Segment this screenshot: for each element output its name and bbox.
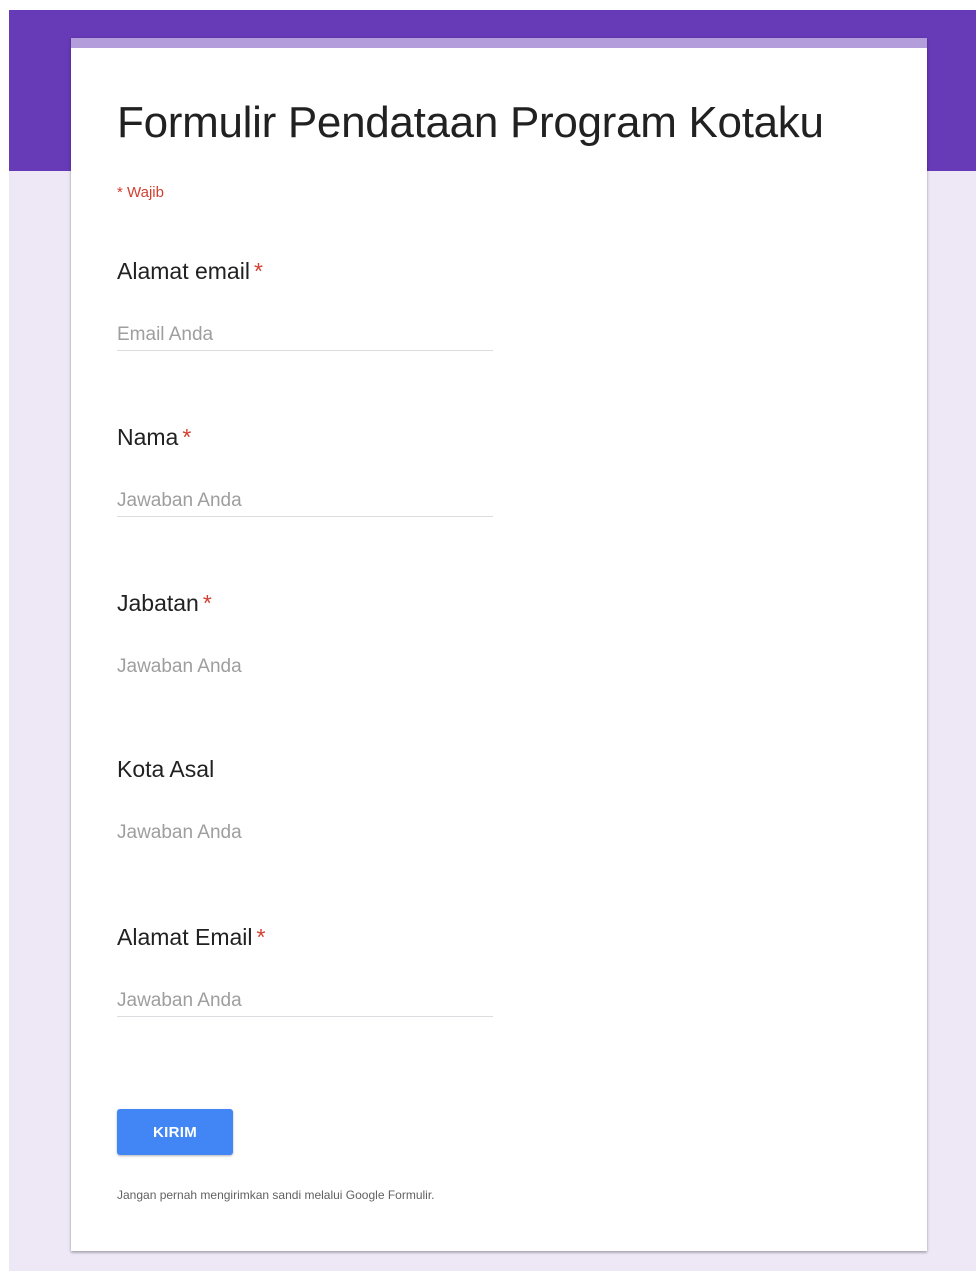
question-label-text: Nama [117,424,179,450]
question-label: Kota Asal [117,756,517,783]
nama-input[interactable] [117,486,493,517]
required-asterisk: * [253,258,263,284]
question-label: Alamat email * [117,258,517,285]
question-alamat-email: Alamat Email * [117,924,517,1017]
kota-asal-input[interactable] [117,818,493,849]
question-label-text: Alamat email [117,258,250,284]
submit-button[interactable]: KIRIM [117,1109,233,1155]
form-card: Formulir Pendataan Program Kotaku * Waji… [71,38,927,1251]
question-label: Jabatan * [117,590,517,617]
question-label-text: Alamat Email [117,924,253,950]
card-accent-bar [71,38,927,48]
question-label-text: Jabatan [117,590,199,616]
jabatan-input[interactable] [117,652,493,683]
question-label-text: Kota Asal [117,756,215,782]
alamat-email-input[interactable] [117,986,493,1017]
question-nama: Nama * [117,424,517,517]
question-kota-asal: Kota Asal [117,756,517,849]
question-label: Alamat Email * [117,924,517,951]
password-warning-note: Jangan pernah mengirimkan sandi melalui … [117,1188,435,1202]
form-title: Formulir Pendataan Program Kotaku [117,98,824,147]
required-asterisk: * [202,590,212,616]
required-asterisk: * [182,424,192,450]
required-asterisk: * [256,924,266,950]
required-note: * Wajib [117,184,164,201]
question-email: Alamat email * [117,258,517,351]
question-jabatan: Jabatan * [117,590,517,683]
question-label: Nama * [117,424,517,451]
email-input[interactable] [117,320,493,351]
